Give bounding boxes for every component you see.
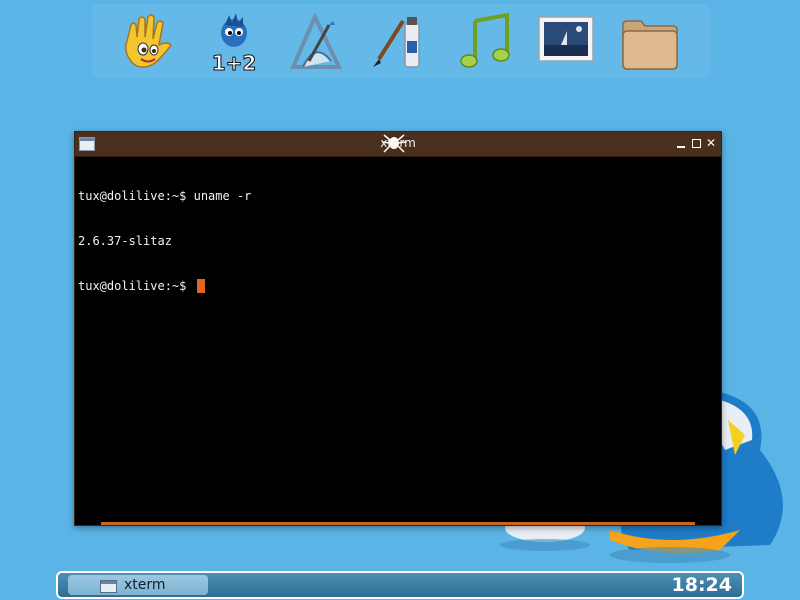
taskbar-item-xterm[interactable]: xterm xyxy=(68,575,208,595)
window-title: xterm xyxy=(380,136,416,150)
terminal-prompt-line: tux@dolilive:~$ xyxy=(78,279,718,294)
terminal-cursor xyxy=(196,279,205,293)
calculator-icon: 1+2 xyxy=(211,13,257,73)
folder-launcher[interactable] xyxy=(618,10,682,74)
paint-brush-icon xyxy=(373,17,420,68)
folder-icon xyxy=(622,20,678,70)
terminal-line: 2.6.37-slitaz xyxy=(78,234,172,248)
calculator-launcher[interactable]: 1+2 xyxy=(202,10,266,74)
vector-drawing-launcher[interactable] xyxy=(284,10,348,74)
xterm-window[interactable]: xterm ✕ tux@dolilive:~$ uname -r 2.6.37-… xyxy=(74,131,722,526)
terminal-line: tux@dolilive:~$ uname -r xyxy=(78,189,252,203)
image-viewer-icon xyxy=(538,16,594,62)
image-viewer-launcher[interactable] xyxy=(534,10,598,74)
taskbar-item-label: xterm xyxy=(124,577,166,593)
taskbar: xterm 18:24 xyxy=(56,571,744,599)
close-button[interactable]: ✕ xyxy=(705,137,717,149)
music-launcher[interactable] xyxy=(452,10,516,74)
terminal-prompt: tux@dolilive:~$ xyxy=(78,279,194,293)
paint-brush-launcher[interactable] xyxy=(366,10,430,74)
calculator-label: 1+2 xyxy=(212,51,257,73)
terminal-area[interactable]: tux@dolilive:~$ uname -r 2.6.37-slitaz t… xyxy=(75,157,721,522)
window-title-area: xterm xyxy=(75,136,721,150)
hand-wave-launcher[interactable] xyxy=(116,10,180,74)
minimize-button[interactable] xyxy=(675,137,687,149)
maximize-button[interactable] xyxy=(690,137,702,149)
terminal-window-icon xyxy=(100,580,117,593)
maximize-icon xyxy=(691,138,701,148)
vector-drawing-icon xyxy=(289,12,343,69)
clock[interactable]: 18:24 xyxy=(672,573,732,597)
music-note-icon xyxy=(460,12,510,68)
window-titlebar[interactable]: xterm ✕ xyxy=(75,132,721,157)
window-bottom-strip xyxy=(101,522,695,525)
minimize-icon xyxy=(677,146,685,148)
launcher-dock: 1+2 xyxy=(92,4,710,78)
hand-wave-icon xyxy=(124,14,172,68)
close-icon: ✕ xyxy=(705,136,717,150)
